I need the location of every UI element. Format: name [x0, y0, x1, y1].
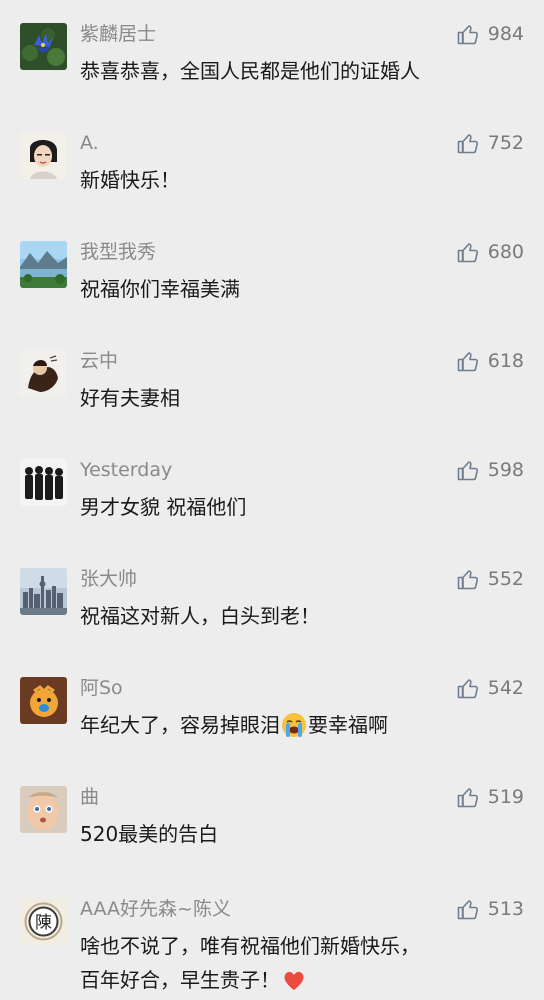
- like-count: 984: [487, 23, 524, 45]
- like-button[interactable]: 618: [456, 348, 524, 374]
- like-button[interactable]: 680: [456, 239, 524, 265]
- avatar-landscape-image: [20, 241, 67, 288]
- crying-face-icon: [282, 712, 306, 737]
- like-count: 519: [487, 786, 524, 808]
- like-button[interactable]: 552: [456, 566, 524, 592]
- comment-text: 新婚快乐！: [80, 168, 180, 192]
- comment-text: 祝福这对新人，白头到老！: [80, 604, 320, 628]
- avatar-band-silhouettes: [20, 459, 67, 506]
- like-button[interactable]: 598: [456, 457, 524, 483]
- comment-item: Yesterday 598 男才女貌 祝福他们: [0, 459, 544, 568]
- like-count: 542: [487, 677, 524, 699]
- commenter-name[interactable]: 我型我秀: [80, 239, 156, 265]
- thumbs-up-icon: [457, 570, 478, 590]
- avatar[interactable]: [20, 241, 67, 288]
- comment-text-part: 要幸福啊: [308, 713, 388, 737]
- avatar[interactable]: 陳: [20, 898, 67, 945]
- avatar[interactable]: [20, 459, 67, 506]
- comment-text-line: 百年好合，早生贵子！: [80, 963, 520, 997]
- comment-item: 我型我秀 680 祝福你们幸福美满: [0, 241, 544, 350]
- comment-item: 张大帅 552 祝福这对新人，白头到老！: [0, 568, 544, 677]
- avatar[interactable]: [20, 786, 67, 833]
- comment-text: 啥也不说了，唯有祝福他们新婚快乐， 百年好合，早生贵子！: [80, 929, 520, 997]
- commenter-name[interactable]: 曲: [80, 784, 99, 810]
- comment-item: 曲 519 520最美的告白: [0, 786, 544, 895]
- like-count: 618: [487, 350, 524, 372]
- thumbs-up-icon: [457, 679, 478, 699]
- comment-list: 紫麟居士 984 恭喜恭喜，全国人民都是他们的证婚人 A. 752 新婚快乐！ …: [0, 0, 544, 1000]
- like-count: 680: [487, 241, 524, 263]
- avatar-seal-char: 陳: [35, 913, 52, 933]
- like-button[interactable]: 752: [456, 130, 524, 156]
- like-button[interactable]: 519: [456, 784, 524, 810]
- avatar-woman-illustration: [20, 132, 67, 179]
- avatar-city-skyline: [20, 568, 67, 615]
- avatar-cartoon-character: [20, 677, 67, 724]
- comment-item: 云中 618 好有夫妻相: [0, 350, 544, 459]
- like-button[interactable]: 984: [456, 21, 524, 47]
- like-count: 598: [487, 459, 524, 481]
- comment-text: 520最美的告白: [80, 822, 219, 846]
- comment-text: 好有夫妻相: [80, 386, 180, 410]
- comment-text: 祝福你们幸福美满: [80, 277, 240, 301]
- avatar-seal-emblem: 陳: [20, 898, 67, 945]
- thumbs-up-icon: [457, 352, 478, 372]
- like-count: 552: [487, 568, 524, 590]
- comment-text-line: 啥也不说了，唯有祝福他们新婚快乐，: [80, 934, 420, 958]
- comment-text-part: 百年好合，早生贵子！: [80, 968, 280, 992]
- comment-item: 阿So 542 年纪大了，容易掉眼泪 要幸福啊: [0, 677, 544, 786]
- like-count: 752: [487, 132, 524, 154]
- avatar-ink-figure: [20, 350, 67, 397]
- comment-text: 恭喜恭喜，全国人民都是他们的证婚人: [80, 59, 420, 83]
- thumbs-up-icon: [457, 900, 478, 920]
- avatar[interactable]: [20, 350, 67, 397]
- avatar[interactable]: [20, 132, 67, 179]
- like-button[interactable]: 542: [456, 675, 524, 701]
- comment-item: 陳 AAA好先森~陈义 513 啥也不说了，唯有祝福他们新婚快乐， 百年好合，早…: [0, 898, 544, 1000]
- avatar[interactable]: [20, 568, 67, 615]
- like-button[interactable]: 513: [456, 896, 524, 922]
- comment-item: 紫麟居士 984 恭喜恭喜，全国人民都是他们的证婚人: [0, 23, 544, 132]
- like-count: 513: [487, 898, 524, 920]
- commenter-name[interactable]: Yesterday: [80, 457, 172, 483]
- red-heart-icon: [284, 971, 304, 990]
- comment-item: A. 752 新婚快乐！: [0, 132, 544, 241]
- commenter-name[interactable]: 紫麟居士: [80, 21, 156, 47]
- comment-text: 男才女貌 祝福他们: [80, 495, 247, 519]
- comment-text: 年纪大了，容易掉眼泪 要幸福啊: [80, 708, 520, 742]
- avatar[interactable]: [20, 677, 67, 724]
- thumbs-up-icon: [457, 25, 478, 45]
- thumbs-up-icon: [457, 461, 478, 481]
- avatar[interactable]: [20, 23, 67, 70]
- commenter-name[interactable]: 张大帅: [80, 566, 137, 592]
- avatar-lotus-image: [20, 23, 67, 70]
- avatar-baby-photo: [20, 786, 67, 833]
- commenter-name[interactable]: A.: [80, 130, 99, 156]
- thumbs-up-icon: [457, 134, 478, 154]
- comment-text-part: 年纪大了，容易掉眼泪: [80, 713, 280, 737]
- commenter-name[interactable]: AAA好先森~陈义: [80, 896, 231, 922]
- thumbs-up-icon: [457, 788, 478, 808]
- commenter-name[interactable]: 云中: [80, 348, 118, 374]
- commenter-name[interactable]: 阿So: [80, 675, 123, 701]
- thumbs-up-icon: [457, 243, 478, 263]
